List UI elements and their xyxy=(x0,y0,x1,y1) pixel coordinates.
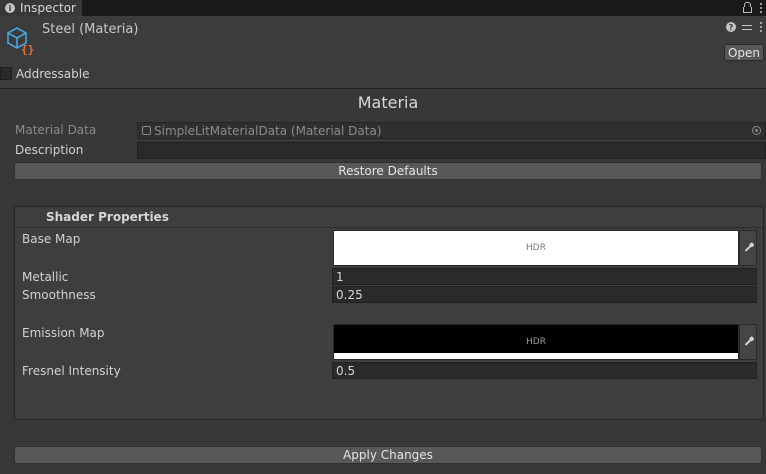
description-label: Description xyxy=(15,143,84,157)
base-map-hdr-label: HDR xyxy=(526,243,546,253)
restore-defaults-button[interactable]: Restore Defaults xyxy=(14,162,762,180)
material-data-label: Material Data xyxy=(15,123,97,137)
svg-text:{}: {} xyxy=(21,43,34,56)
material-data-value: SimpleLitMaterialData (Material Data) xyxy=(154,123,382,138)
tab-title: Inspector xyxy=(20,1,76,15)
smoothness-label: Smoothness xyxy=(22,288,96,302)
emission-map-color-swatch[interactable]: HDR xyxy=(333,324,739,360)
material-data-field[interactable]: SimpleLitMaterialData (Material Data) xyxy=(137,122,766,139)
scriptable-object-icon: {} xyxy=(7,27,34,56)
emission-alpha-strip xyxy=(334,353,738,359)
base-map-eyedropper[interactable] xyxy=(739,230,757,266)
metallic-label: Metallic xyxy=(22,270,69,284)
eyedropper-icon xyxy=(744,244,752,252)
header-divider xyxy=(0,88,766,89)
lock-icon[interactable] xyxy=(743,2,752,13)
emission-map-hdr-label: HDR xyxy=(526,337,546,347)
object-picker-icon[interactable] xyxy=(752,126,761,135)
description-field[interactable] xyxy=(137,142,766,159)
addressable-checkbox[interactable] xyxy=(0,67,12,80)
fresnel-intensity-label: Fresnel Intensity xyxy=(22,364,121,378)
eyedropper-icon xyxy=(744,338,752,346)
material-title: Materia xyxy=(357,93,419,112)
asset-title: Steel (Materia) xyxy=(42,22,139,37)
material-data-object-icon xyxy=(142,126,151,135)
help-icon[interactable]: ? xyxy=(726,22,736,32)
addressable-label: Addressable xyxy=(16,67,90,81)
inspector-tab[interactable]: i Inspector xyxy=(0,0,82,16)
shader-properties-header[interactable]: Shader Properties xyxy=(15,207,763,228)
open-button[interactable]: Open xyxy=(724,44,764,61)
shader-properties-title: Shader Properties xyxy=(46,210,169,224)
info-icon: i xyxy=(5,3,15,13)
emission-map-eyedropper[interactable] xyxy=(739,324,757,360)
base-map-color-swatch[interactable]: HDR xyxy=(333,230,739,266)
fresnel-intensity-field[interactable]: 0.5 xyxy=(332,362,757,379)
kebab-menu-icon[interactable] xyxy=(758,3,764,13)
smoothness-field[interactable]: 0.25 xyxy=(332,286,757,303)
asset-kebab-menu-icon[interactable] xyxy=(758,22,764,32)
emission-map-label: Emission Map xyxy=(22,326,105,340)
apply-changes-button[interactable]: Apply Changes xyxy=(14,446,762,464)
inspector-tab-bar: i Inspector xyxy=(0,0,766,16)
preset-sliders-icon[interactable] xyxy=(742,22,752,32)
base-map-label: Base Map xyxy=(22,232,81,246)
metallic-field[interactable]: 1 xyxy=(332,268,757,285)
